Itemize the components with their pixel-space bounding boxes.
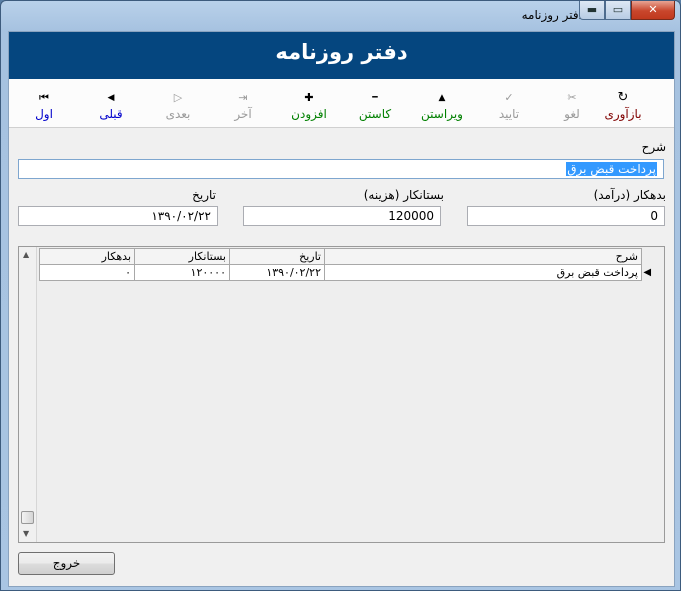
scroll-thumb[interactable] (21, 511, 34, 524)
exit-button[interactable]: خروج (18, 552, 115, 575)
confirm-icon: ✓ (504, 91, 514, 104)
cancel-icon: ✂ (567, 91, 577, 104)
edit-button[interactable]: ▲ ویراستن (409, 79, 475, 127)
table-row[interactable]: ۰ ۱۲۰۰۰۰ ۱۳۹۰/۰۲/۲۲ پرداخت قبض برق ◀ (39, 264, 653, 281)
cell-date[interactable]: ۱۳۹۰/۰۲/۲۲ (229, 264, 325, 281)
last-label: آخر (234, 107, 252, 121)
date-input[interactable]: ۱۳۹۰/۰۲/۲۲ (18, 206, 218, 226)
window-title: دفتر روزنامه (521, 8, 584, 22)
maximize-button[interactable]: ▭ (605, 1, 631, 20)
vertical-scrollbar[interactable]: ▲ ▼ (19, 247, 37, 542)
minimize-button[interactable]: ▬ (579, 1, 605, 20)
column-header-debit[interactable]: بدهکار (39, 248, 135, 265)
minus-icon: ━ (372, 93, 378, 103)
client-area: دفتر روزنامه ↻ بازآوری ✂ لغو ✓ تایید ▲ و… (8, 31, 675, 587)
title-bar[interactable]: دفتر روزنامه ▬ ▭ ✕ (1, 1, 680, 31)
first-button[interactable]: ⏮ اول (11, 79, 77, 127)
row-header-corner (641, 248, 653, 265)
last-record-icon: ⇥ (238, 91, 248, 104)
date-label: تاریخ (192, 188, 216, 202)
cell-debit[interactable]: ۰ (39, 264, 135, 281)
confirm-label: تایید (498, 107, 520, 121)
cell-description[interactable]: پرداخت قبض برق (324, 264, 642, 281)
header-banner: دفتر روزنامه (9, 32, 674, 79)
last-button[interactable]: ⇥ آخر (210, 79, 276, 127)
description-input[interactable]: پرداخت قبض برق (18, 159, 664, 179)
next-record-icon: ▷ (173, 91, 183, 104)
column-header-date[interactable]: تاریخ (229, 248, 325, 265)
credit-input[interactable]: 120000 (243, 206, 441, 226)
add-button[interactable]: ✚ افزودن (276, 79, 342, 127)
description-label: شرح (641, 140, 666, 154)
prev-button[interactable]: ◀ قبلی (78, 79, 144, 127)
plus-icon: ✚ (304, 91, 314, 104)
window-controls: ▬ ▭ ✕ (579, 1, 675, 20)
page-title: دفتر روزنامه (275, 40, 408, 64)
next-label: بعدی (165, 107, 191, 121)
scroll-down-icon[interactable]: ▼ (23, 529, 29, 538)
close-button[interactable]: ✕ (631, 1, 675, 20)
column-header-description[interactable]: شرح (324, 248, 642, 265)
edit-icon: ▲ (438, 93, 446, 103)
cancel-button[interactable]: ✂ لغو (539, 79, 605, 127)
first-record-icon: ⏮ (39, 91, 49, 104)
debit-label: بدهکار (درآمد) (593, 188, 666, 202)
edit-label: ویراستن (421, 107, 463, 121)
cell-credit[interactable]: ۱۲۰۰۰۰ (134, 264, 230, 281)
records-grid[interactable]: ▲ ▼ بدهکار بستانکار تاریخ شرح ۰ ۱۲۰۰۰۰ ۱… (18, 246, 665, 543)
table-header-row: بدهکار بستانکار تاریخ شرح (39, 248, 653, 265)
prev-label: قبلی (99, 107, 123, 121)
first-label: اول (35, 107, 53, 121)
delete-button[interactable]: ━ کاستن (342, 79, 408, 127)
confirm-button[interactable]: ✓ تایید (476, 79, 542, 127)
cancel-label: لغو (564, 107, 580, 121)
current-row-icon: ◀ (641, 264, 653, 281)
prev-record-icon: ◀ (107, 93, 115, 103)
scroll-up-icon[interactable]: ▲ (23, 250, 29, 259)
next-button[interactable]: ▷ بعدی (145, 79, 211, 127)
column-header-credit[interactable]: بستانکار (134, 248, 230, 265)
add-label: افزودن (291, 107, 327, 121)
delete-label: کاستن (358, 107, 392, 121)
records-table: بدهکار بستانکار تاریخ شرح ۰ ۱۲۰۰۰۰ ۱۳۹۰/… (39, 248, 653, 281)
toolbar: ↻ بازآوری ✂ لغو ✓ تایید ▲ ویراستن ━ کاست… (9, 79, 674, 128)
debit-input[interactable]: 0 (467, 206, 665, 226)
description-value: پرداخت قبض برق (566, 162, 657, 176)
main-window: دفتر روزنامه ▬ ▭ ✕ دفتر روزنامه ↻ بازآور… (0, 0, 681, 591)
credit-label: بستانکار (هزینه) (363, 188, 444, 202)
